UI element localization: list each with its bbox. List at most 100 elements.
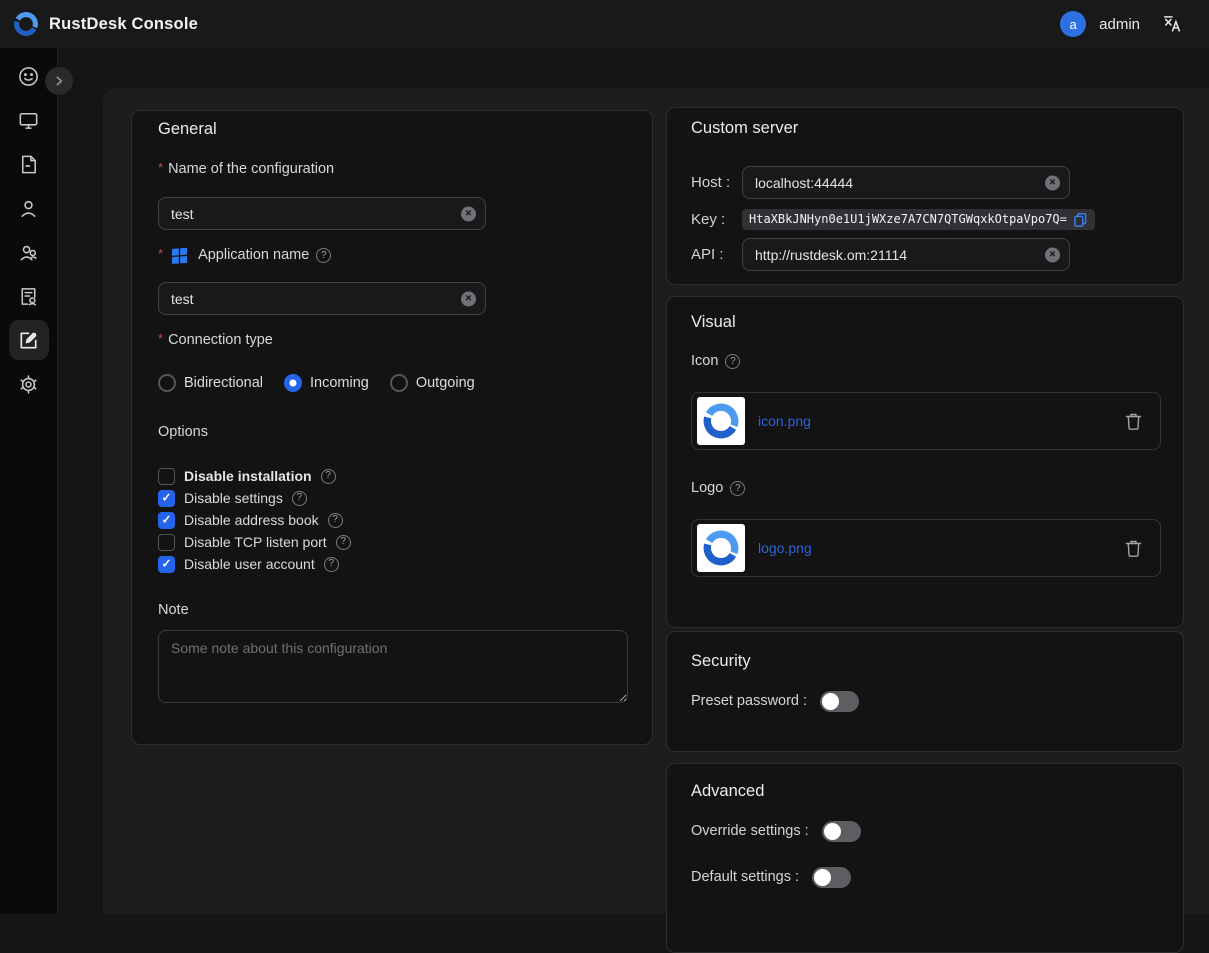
checkbox-disable-tcp-listen-port[interactable]: Disable TCP listen port ? bbox=[158, 531, 626, 553]
checkbox-icon[interactable] bbox=[158, 490, 175, 507]
help-icon[interactable]: ? bbox=[316, 248, 331, 263]
clear-icon[interactable]: × bbox=[461, 291, 476, 306]
document-icon bbox=[17, 153, 40, 176]
sidebar-item-configurations[interactable] bbox=[9, 320, 49, 360]
required-asterisk: * bbox=[158, 244, 163, 263]
clear-icon[interactable]: × bbox=[461, 206, 476, 221]
visual-card: Visual Icon ? icon.png Logo bbox=[666, 296, 1184, 628]
checkbox-icon[interactable] bbox=[158, 468, 175, 485]
icon-thumbnail bbox=[697, 397, 745, 445]
checkbox-disable-address-book[interactable]: Disable address book ? bbox=[158, 509, 626, 531]
config-name-label: * Name of the configuration bbox=[158, 160, 626, 179]
preset-password-label: Preset password : bbox=[691, 693, 807, 709]
host-input[interactable] bbox=[742, 166, 1070, 199]
checkbox-disable-settings[interactable]: Disable settings ? bbox=[158, 487, 626, 509]
windows-logo-icon bbox=[171, 247, 188, 264]
main-panel: General * Name of the configuration × * … bbox=[103, 88, 1209, 914]
sidebar-item-users[interactable] bbox=[9, 188, 49, 228]
trash-icon bbox=[1125, 539, 1142, 558]
api-input[interactable] bbox=[742, 238, 1070, 271]
copy-icon[interactable] bbox=[1073, 212, 1088, 227]
visual-title: Visual bbox=[691, 312, 1159, 332]
checkbox-icon[interactable] bbox=[158, 512, 175, 529]
username[interactable]: admin bbox=[1099, 16, 1140, 33]
radio-bidirectional[interactable]: Bidirectional bbox=[158, 374, 263, 392]
preset-password-row: Preset password : bbox=[691, 689, 1159, 713]
users-icon bbox=[17, 241, 40, 264]
note-textarea[interactable] bbox=[158, 630, 628, 703]
icon-label: Icon ? bbox=[691, 352, 1159, 371]
override-settings-label: Override settings : bbox=[691, 823, 809, 839]
sidebar-item-settings[interactable] bbox=[9, 364, 49, 404]
translate-icon[interactable] bbox=[1161, 13, 1183, 35]
advanced-card: Advanced Override settings : Default set… bbox=[666, 763, 1184, 953]
custom-server-card: Custom server Host : × Key : HtaXBkJNHyn… bbox=[666, 107, 1184, 285]
clear-icon[interactable]: × bbox=[1045, 247, 1060, 262]
general-card: General * Name of the configuration × * … bbox=[131, 110, 653, 745]
logo-upload-box: logo.png bbox=[691, 519, 1161, 577]
default-settings-toggle[interactable] bbox=[812, 867, 851, 888]
security-title: Security bbox=[691, 651, 1159, 671]
sidebar-item-groups[interactable] bbox=[9, 232, 49, 272]
checkbox-disable-user-account[interactable]: Disable user account ? bbox=[158, 553, 626, 575]
rustdesk-logo-icon bbox=[702, 529, 740, 567]
options-label: Options bbox=[158, 423, 626, 442]
logo-thumbnail bbox=[697, 524, 745, 572]
user-icon bbox=[17, 197, 40, 220]
logo-file-link[interactable]: logo.png bbox=[758, 540, 812, 556]
clear-icon[interactable]: × bbox=[1045, 175, 1060, 190]
app-title: RustDesk Console bbox=[49, 15, 198, 34]
checkbox-disable-installation[interactable]: Disable installation ? bbox=[158, 465, 626, 487]
required-asterisk: * bbox=[158, 158, 163, 177]
general-title: General bbox=[158, 119, 626, 139]
key-value: HtaXBkJNHyn0e1U1jWXze7A7CN7QTGWqxkOtpaVp… bbox=[742, 209, 1095, 230]
icon-file-link[interactable]: icon.png bbox=[758, 413, 811, 429]
radio-incoming[interactable]: Incoming bbox=[284, 374, 369, 392]
sidebar-item-home[interactable] bbox=[9, 56, 49, 96]
help-icon[interactable]: ? bbox=[292, 491, 307, 506]
radio-outgoing[interactable]: Outgoing bbox=[390, 374, 475, 392]
radio-icon[interactable] bbox=[158, 374, 176, 392]
delete-icon-button[interactable] bbox=[1125, 412, 1142, 431]
sidebar bbox=[0, 48, 58, 914]
api-row: API : × bbox=[691, 238, 1159, 271]
icon-upload-box: icon.png bbox=[691, 392, 1161, 450]
connection-type-label: * Connection type bbox=[158, 331, 626, 350]
logo-label: Logo ? bbox=[691, 479, 1159, 498]
help-icon[interactable]: ? bbox=[730, 481, 745, 496]
radio-icon[interactable] bbox=[284, 374, 302, 392]
config-name-input[interactable] bbox=[158, 197, 486, 230]
delete-logo-button[interactable] bbox=[1125, 539, 1142, 558]
chevron-right-icon bbox=[51, 73, 67, 89]
help-icon[interactable]: ? bbox=[336, 535, 351, 550]
key-label: Key : bbox=[691, 211, 742, 228]
checkbox-icon[interactable] bbox=[158, 556, 175, 573]
custom-server-title: Custom server bbox=[691, 118, 1159, 138]
checkbox-icon[interactable] bbox=[158, 534, 175, 551]
sidebar-item-audit[interactable] bbox=[9, 276, 49, 316]
preset-password-toggle[interactable] bbox=[820, 691, 859, 712]
help-icon[interactable]: ? bbox=[725, 354, 740, 369]
sidebar-item-devices[interactable] bbox=[9, 100, 49, 140]
audit-log-icon bbox=[17, 285, 40, 308]
options-group: Disable installation ? Disable settings … bbox=[158, 465, 626, 575]
rustdesk-logo-icon bbox=[13, 11, 39, 37]
help-icon[interactable]: ? bbox=[328, 513, 343, 528]
sidebar-item-sessions[interactable] bbox=[9, 144, 49, 184]
security-card: Security Preset password : bbox=[666, 631, 1184, 752]
topbar-right: a admin bbox=[1060, 11, 1183, 37]
override-settings-toggle[interactable] bbox=[822, 821, 861, 842]
default-settings-row: Default settings : bbox=[691, 865, 1159, 889]
sidebar-collapse-button[interactable] bbox=[45, 67, 73, 95]
help-icon[interactable]: ? bbox=[324, 557, 339, 572]
note-label: Note bbox=[158, 601, 626, 620]
app-name-label: * Application name ? bbox=[158, 246, 626, 265]
app-name-input[interactable] bbox=[158, 282, 486, 315]
smiley-icon bbox=[17, 65, 40, 88]
radio-icon[interactable] bbox=[390, 374, 408, 392]
avatar[interactable]: a bbox=[1060, 11, 1086, 37]
help-icon[interactable]: ? bbox=[321, 469, 336, 484]
api-field: × bbox=[742, 238, 1070, 271]
advanced-title: Advanced bbox=[691, 781, 1159, 801]
host-field: × bbox=[742, 166, 1070, 199]
